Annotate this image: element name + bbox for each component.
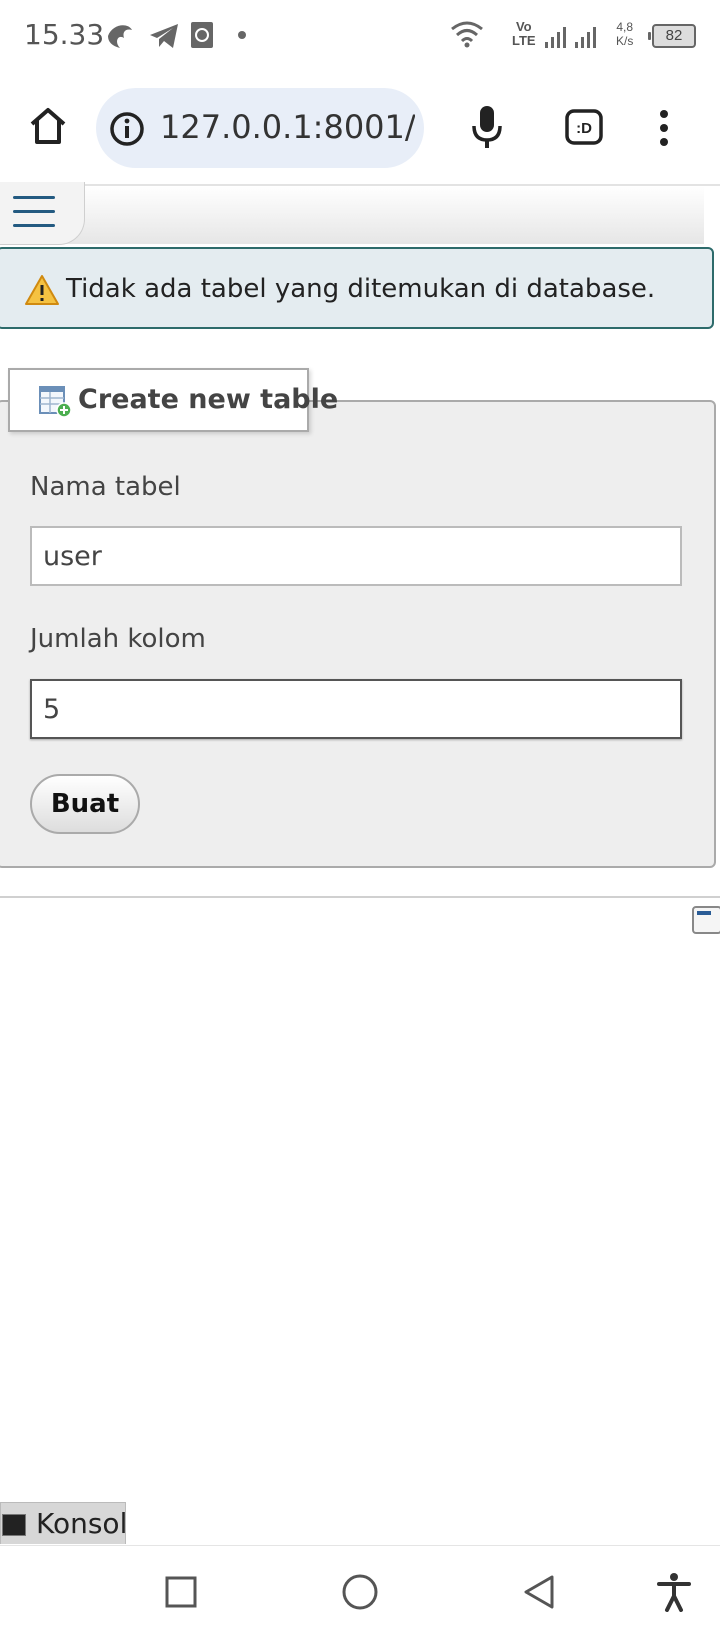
more-notifications-dot-icon xyxy=(238,31,246,39)
new-table-icon xyxy=(39,386,72,418)
column-count-value: 5 xyxy=(43,693,61,725)
recent-apps-icon[interactable] xyxy=(164,1575,198,1609)
battery-indicator: 82 xyxy=(648,24,696,48)
accessibility-icon[interactable] xyxy=(656,1572,692,1612)
bird-app-icon xyxy=(108,25,132,48)
app-notification-icon xyxy=(191,22,213,48)
network-speed: 4,8 K/s xyxy=(616,20,633,48)
tab-switcher-icon[interactable]: :D xyxy=(564,108,604,146)
create-table-title: Create new table xyxy=(78,384,339,415)
svg-text::D: :D xyxy=(576,120,592,137)
warning-message: Tidak ada tabel yang ditemukan di databa… xyxy=(66,274,656,304)
more-options-icon[interactable] xyxy=(654,108,674,148)
status-clock: 15.33 xyxy=(24,18,105,51)
site-info-icon[interactable] xyxy=(108,110,146,148)
table-name-value: user xyxy=(43,540,102,572)
volte-indicator: Vo LTE xyxy=(512,20,536,48)
signal-strength-icon xyxy=(545,27,596,48)
menu-line-icon xyxy=(13,196,55,199)
network-speed-value: 4,8 xyxy=(616,20,634,34)
divider xyxy=(0,896,720,898)
console-label: Konsol xyxy=(36,1507,128,1540)
create-button[interactable]: Buat xyxy=(30,774,140,834)
home-nav-icon[interactable] xyxy=(340,1572,380,1612)
app-header xyxy=(0,186,704,244)
table-name-label: Nama tabel xyxy=(30,472,181,502)
menu-line-icon xyxy=(13,224,55,227)
volte-label-bottom: LTE xyxy=(512,33,536,48)
menu-line-icon xyxy=(13,210,55,213)
home-icon[interactable] xyxy=(28,106,68,146)
volte-label-top: Vo xyxy=(515,19,532,34)
warning-icon xyxy=(25,275,59,305)
wifi-icon xyxy=(451,21,483,48)
network-speed-unit: K/s xyxy=(616,34,634,48)
column-count-input[interactable]: 5 xyxy=(30,679,682,739)
menu-toggle-button[interactable] xyxy=(0,182,85,245)
console-icon xyxy=(2,1514,26,1536)
table-name-input[interactable]: user xyxy=(30,526,682,586)
page-settings-icon[interactable] xyxy=(692,906,720,934)
url-text: 127.0.0.1:8001/in xyxy=(160,108,415,146)
back-nav-icon[interactable] xyxy=(522,1574,556,1610)
telegram-icon xyxy=(150,24,178,48)
column-count-label: Jumlah kolom xyxy=(30,624,206,654)
microphone-icon[interactable] xyxy=(470,104,504,150)
